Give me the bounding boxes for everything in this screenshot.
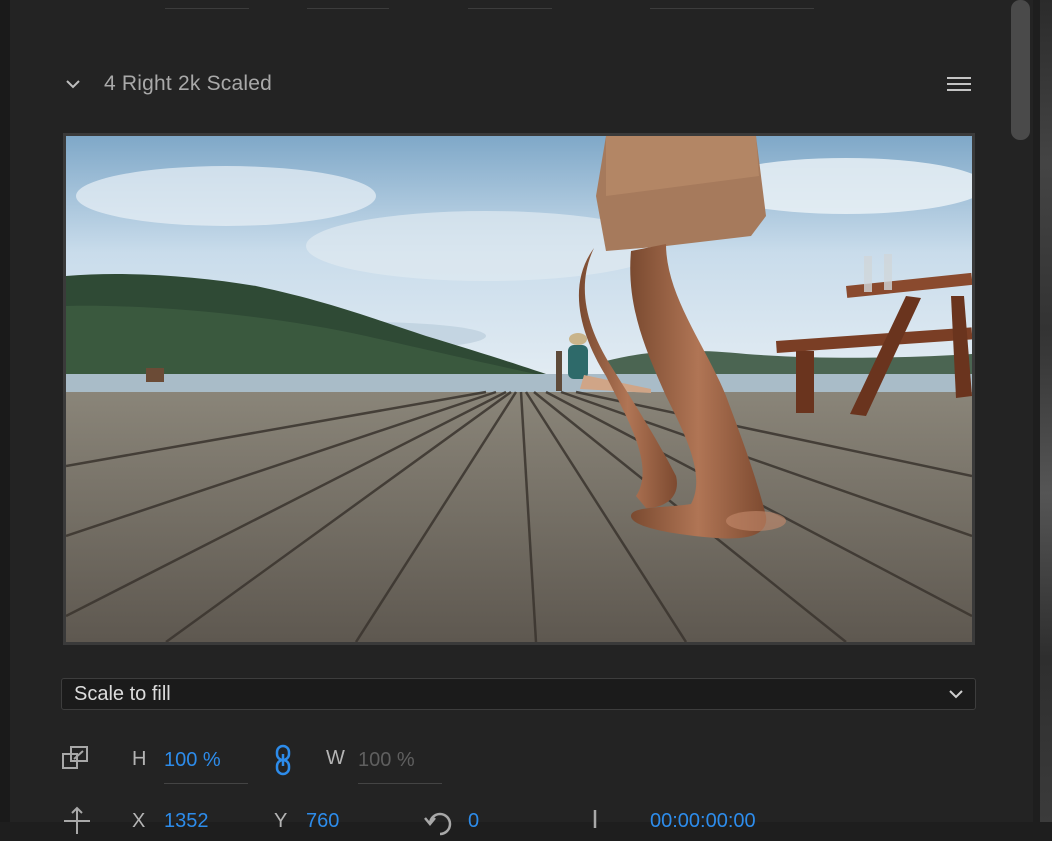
width-field-underline [358,783,442,784]
width-field[interactable]: 100 % [358,749,415,772]
scale-mode-dropdown[interactable]: Scale to fill [61,678,976,710]
height-label: H [132,748,147,770]
properties-panel: 4 Right 2k Scaled Scale to fill H 100 % … [10,0,1033,836]
field-underline [307,8,389,9]
position-row: X 1352 Y 760 0 00:00:00:00 [10,798,1033,838]
height-field[interactable]: 100 % [164,749,221,772]
adjacent-panel-edge [1040,0,1052,822]
scrollbar-thumb[interactable] [1011,0,1030,140]
left-edge-strip [0,0,10,822]
link-constrain-icon[interactable] [272,744,294,776]
field-underline [650,8,814,9]
field-underline [468,8,552,9]
collapse-chevron-icon[interactable] [63,75,83,93]
size-row: H 100 % W 100 % [10,738,1033,784]
hamburger-menu-icon[interactable] [946,75,972,93]
rotate-icon[interactable] [422,806,456,836]
chevron-down-icon [947,687,965,701]
scale-mode-value: Scale to fill [74,683,171,705]
move-arrows-icon[interactable] [62,806,92,836]
clip-preview-image [63,133,975,645]
field-underline [165,8,249,9]
clip-header: 4 Right 2k Scaled [10,62,1033,106]
height-field-underline [164,783,248,784]
clip-title: 4 Right 2k Scaled [104,72,272,95]
preview-illustration [66,136,972,642]
scale-box-icon[interactable] [60,742,92,774]
keyframe-marker-icon[interactable] [588,808,602,828]
width-label: W [326,747,345,769]
